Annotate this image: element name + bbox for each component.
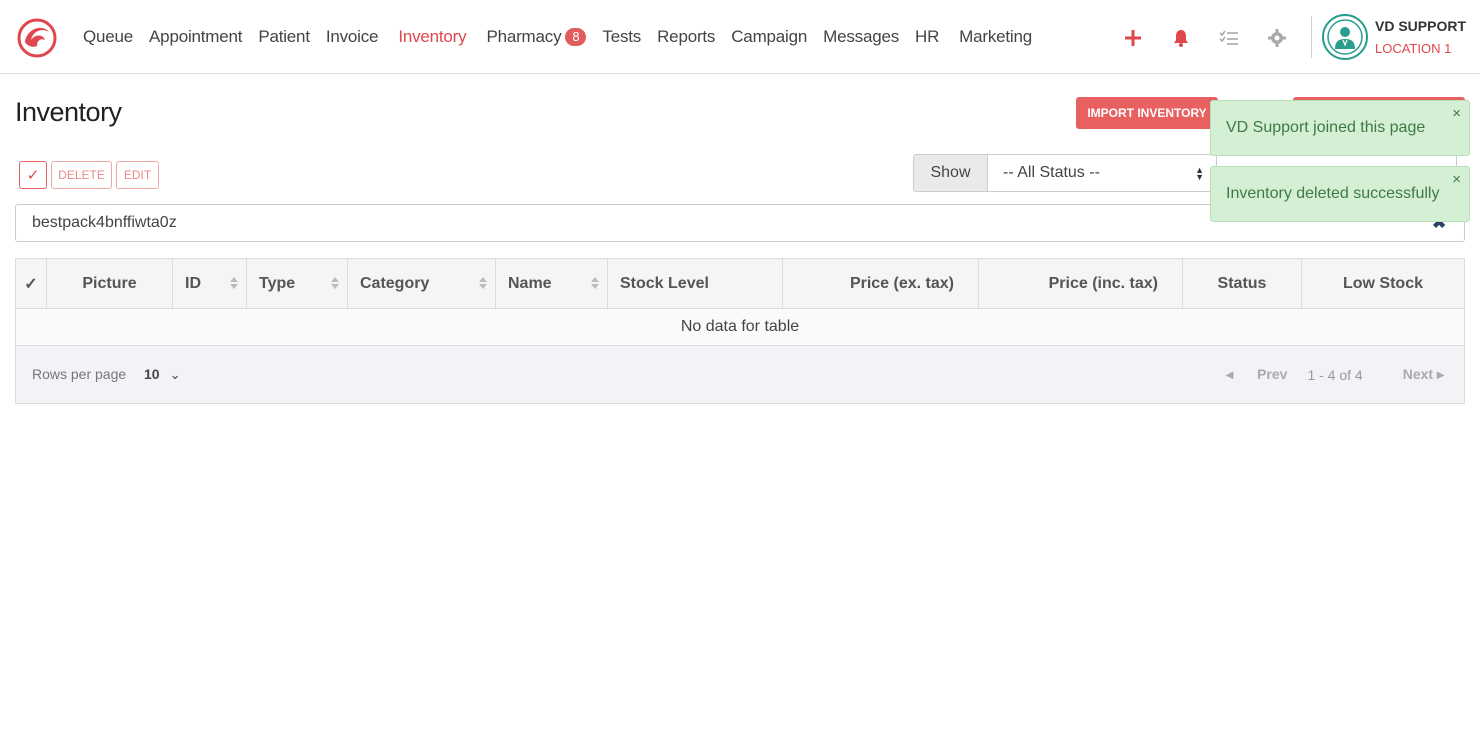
user-avatar[interactable]: [1322, 14, 1368, 60]
edit-button[interactable]: EDIT: [116, 161, 159, 189]
pharmacy-count-badge: 8: [565, 28, 587, 46]
column-label: ID: [185, 274, 201, 292]
app-logo-icon[interactable]: [17, 18, 57, 58]
nav-label: Inventory: [398, 27, 467, 46]
sort-icon: [331, 277, 339, 291]
column-label: Category: [360, 274, 430, 292]
column-label: Type: [259, 274, 296, 292]
select-arrows-icon: ▲ ▼: [1195, 165, 1204, 182]
nav-icon-group: [1118, 24, 1310, 52]
user-location[interactable]: LOCATION 1: [1375, 41, 1451, 56]
column-label: Name: [508, 274, 552, 292]
delete-button[interactable]: DELETE: [51, 161, 112, 189]
pagination: ◂ Prev 1 - 4 of 4 Next ▸: [1206, 366, 1444, 383]
toast-message: VD Support joined this page: [1226, 119, 1426, 136]
nav-item-tests[interactable]: Tests: [602, 27, 641, 47]
nav-label: Appointment: [149, 27, 243, 46]
checklist-icon[interactable]: [1214, 24, 1244, 52]
column-header-price-ex-tax: Price (ex. tax): [783, 259, 979, 308]
nav-item-inventory[interactable]: Inventory: [398, 27, 466, 47]
nav-item-patient[interactable]: Patient: [258, 27, 310, 47]
page-title: Inventory: [15, 97, 122, 127]
close-icon[interactable]: ×: [1452, 171, 1461, 188]
gear-icon[interactable]: [1262, 24, 1292, 52]
sort-icon: [230, 277, 238, 291]
select-column-header[interactable]: ✓: [16, 259, 47, 308]
nav-label: Pharmacy: [486, 27, 562, 46]
column-header-id[interactable]: ID: [173, 259, 247, 308]
nav-item-marketing[interactable]: Marketing: [959, 27, 1032, 47]
nav-item-reports[interactable]: Reports: [657, 27, 715, 47]
column-header-category[interactable]: Category: [348, 259, 496, 308]
chevron-down-icon: ⌄: [169, 367, 181, 382]
column-header-price-inc-tax: Price (inc. tax): [979, 259, 1183, 308]
column-header-name[interactable]: Name: [496, 259, 608, 308]
toast-notification: Inventory deleted successfully ×: [1210, 166, 1470, 222]
nav-label: Patient: [258, 27, 310, 46]
inventory-table: ✓ Picture ID Type Category Name Stock Le…: [15, 258, 1465, 404]
select-all-button[interactable]: ✓: [19, 161, 47, 189]
page-range: 1 - 4 of 4: [1307, 366, 1363, 383]
rows-per-page-label: Rows per page: [32, 366, 127, 382]
column-header-type[interactable]: Type: [247, 259, 348, 308]
status-filter-select[interactable]: -- All Status -- ▲ ▼: [987, 154, 1217, 192]
user-name: VD SUPPORT: [1375, 18, 1467, 34]
column-header-status: Status: [1183, 259, 1302, 308]
main-nav: Queue Appointment Patient Invoice Invent…: [75, 0, 1040, 74]
import-inventory-button[interactable]: IMPORT INVENTORY: [1076, 97, 1218, 129]
nav-item-hr[interactable]: HR: [915, 27, 939, 47]
nav-label: Marketing: [959, 27, 1033, 46]
prev-page-button[interactable]: ◂ Prev: [1226, 366, 1287, 383]
plus-icon[interactable]: [1118, 24, 1148, 52]
column-header-stock-level: Stock Level: [608, 259, 783, 308]
nav-label: Tests: [602, 27, 642, 46]
nav-label: Reports: [657, 27, 716, 46]
next-page-button[interactable]: Next ▸: [1383, 366, 1444, 383]
next-label: Next: [1402, 366, 1434, 382]
nav-item-messages[interactable]: Messages: [823, 27, 899, 47]
doctor-avatar-icon: [1327, 19, 1363, 55]
empty-table-message: No data for table: [16, 309, 1464, 346]
nav-label: Queue: [83, 27, 134, 46]
nav-divider: [1311, 16, 1312, 58]
toast-message: Inventory deleted successfully: [1226, 185, 1440, 202]
rows-per-page-select[interactable]: 10 ⌄: [144, 366, 180, 383]
sort-icon: [479, 277, 487, 291]
rows-per-page-value: 10: [144, 366, 160, 382]
column-header-picture: Picture: [47, 259, 173, 308]
prev-label: Prev: [1257, 366, 1288, 382]
status-filter-value: -- All Status --: [1003, 164, 1100, 181]
table-footer: Rows per page 10 ⌄ ◂ Prev 1 - 4 of 4 Next…: [16, 346, 1464, 403]
nav-item-pharmacy[interactable]: Pharmacy 8: [486, 27, 587, 47]
nav-item-invoice[interactable]: Invoice: [325, 27, 379, 47]
nav-item-queue[interactable]: Queue: [83, 27, 133, 47]
column-header-low-stock: Low Stock: [1342, 274, 1423, 292]
show-label: Show: [913, 154, 987, 192]
top-navbar: Queue Appointment Patient Invoice Invent…: [0, 0, 1480, 74]
table-header: ✓ Picture ID Type Category Name Stock Le…: [16, 259, 1464, 309]
close-icon[interactable]: ×: [1452, 105, 1461, 122]
nav-label: Messages: [823, 27, 900, 46]
nav-label: Campaign: [731, 27, 808, 46]
sort-icon: [591, 277, 599, 291]
toast-notification: VD Support joined this page ×: [1210, 100, 1470, 156]
nav-label: Invoice: [325, 27, 379, 46]
bell-icon[interactable]: [1166, 24, 1196, 52]
nav-item-campaign[interactable]: Campaign: [731, 27, 807, 47]
nav-label: HR: [915, 27, 940, 46]
nav-item-appointment[interactable]: Appointment: [149, 27, 242, 47]
